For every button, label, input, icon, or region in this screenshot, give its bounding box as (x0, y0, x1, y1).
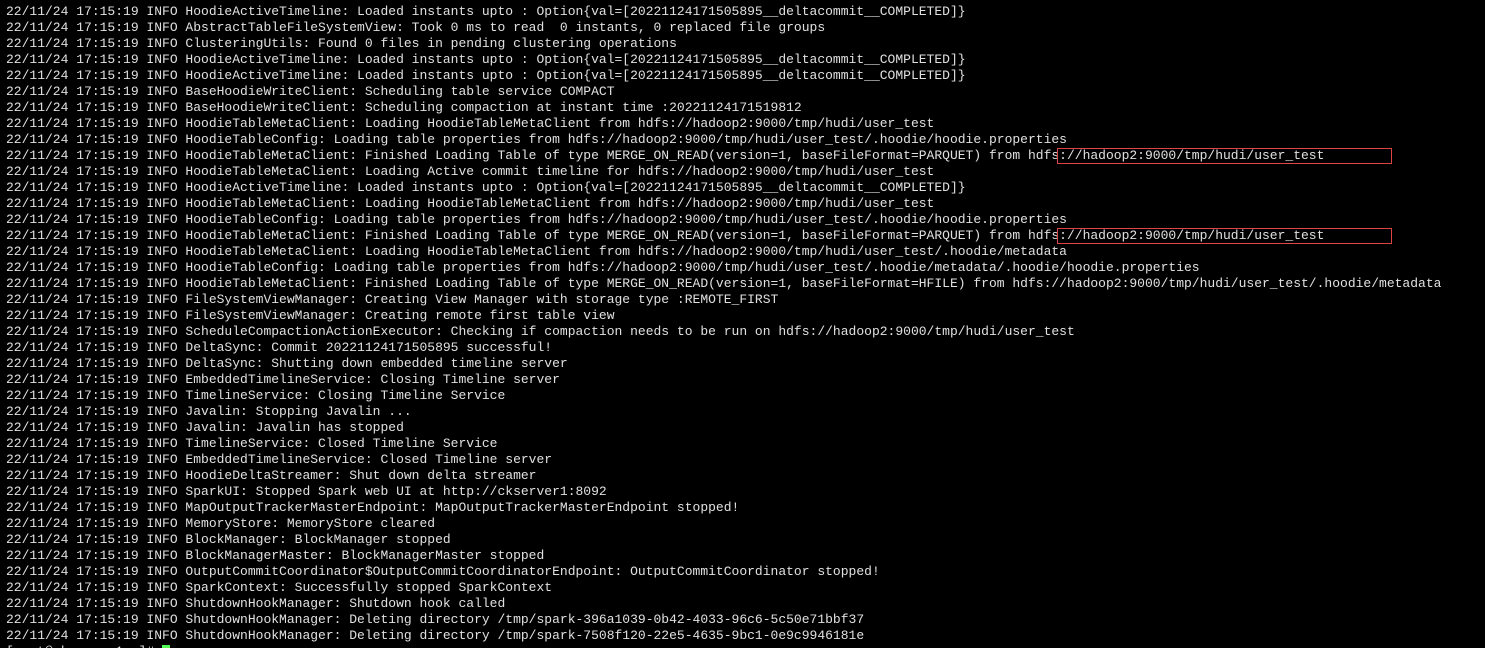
log-line: 22/11/24 17:15:19 INFO FileSystemViewMan… (6, 292, 1479, 308)
log-line: 22/11/24 17:15:19 INFO HoodieTableMetaCl… (6, 116, 1479, 132)
log-line: 22/11/24 17:15:19 INFO HoodieActiveTimel… (6, 52, 1479, 68)
highlight-box (1057, 228, 1392, 244)
log-line: 22/11/24 17:15:19 INFO Javalin: Stopping… (6, 404, 1479, 420)
log-line: 22/11/24 17:15:19 INFO HoodieTableMetaCl… (6, 244, 1479, 260)
log-line: 22/11/24 17:15:19 INFO ShutdownHookManag… (6, 596, 1479, 612)
log-line: 22/11/24 17:15:19 INFO HoodieTableMetaCl… (6, 276, 1479, 292)
log-line: 22/11/24 17:15:19 INFO HoodieTableMetaCl… (6, 148, 1479, 164)
log-line: 22/11/24 17:15:19 INFO BaseHoodieWriteCl… (6, 84, 1479, 100)
log-line: 22/11/24 17:15:19 INFO ScheduleCompactio… (6, 324, 1479, 340)
log-line: 22/11/24 17:15:19 INFO AbstractTableFile… (6, 20, 1479, 36)
log-line: 22/11/24 17:15:19 INFO EmbeddedTimelineS… (6, 372, 1479, 388)
log-line: 22/11/24 17:15:19 INFO HoodieTableMetaCl… (6, 196, 1479, 212)
log-line: 22/11/24 17:15:19 INFO HoodieTableConfig… (6, 132, 1479, 148)
log-line: 22/11/24 17:15:19 INFO HoodieDeltaStream… (6, 468, 1479, 484)
log-line: 22/11/24 17:15:19 INFO ClusteringUtils: … (6, 36, 1479, 52)
log-line: 22/11/24 17:15:19 INFO TimelineService: … (6, 388, 1479, 404)
prompt-line[interactable]: [root@ckserver1 ~]# (6, 644, 1479, 648)
log-line: 22/11/24 17:15:19 INFO TimelineService: … (6, 436, 1479, 452)
log-line: 22/11/24 17:15:19 INFO Javalin: Javalin … (6, 420, 1479, 436)
log-line: 22/11/24 17:15:19 INFO DeltaSync: Commit… (6, 340, 1479, 356)
highlight-box (1057, 148, 1392, 164)
log-line: 22/11/24 17:15:19 INFO BlockManager: Blo… (6, 532, 1479, 548)
log-line: 22/11/24 17:15:19 INFO BlockManagerMaste… (6, 548, 1479, 564)
log-line: 22/11/24 17:15:19 INFO SparkContext: Suc… (6, 580, 1479, 596)
log-line: 22/11/24 17:15:19 INFO HoodieTableMetaCl… (6, 164, 1479, 180)
log-line: 22/11/24 17:15:19 INFO HoodieActiveTimel… (6, 4, 1479, 20)
log-line: 22/11/24 17:15:19 INFO EmbeddedTimelineS… (6, 452, 1479, 468)
log-line: 22/11/24 17:15:19 INFO HoodieTableMetaCl… (6, 228, 1479, 244)
log-line: 22/11/24 17:15:19 INFO DeltaSync: Shutti… (6, 356, 1479, 372)
log-line: 22/11/24 17:15:19 INFO SparkUI: Stopped … (6, 484, 1479, 500)
log-line: 22/11/24 17:15:19 INFO HoodieTableConfig… (6, 212, 1479, 228)
log-line: 22/11/24 17:15:19 INFO HoodieActiveTimel… (6, 180, 1479, 196)
log-line: 22/11/24 17:15:19 INFO ShutdownHookManag… (6, 628, 1479, 644)
log-line: 22/11/24 17:15:19 INFO FileSystemViewMan… (6, 308, 1479, 324)
log-line: 22/11/24 17:15:19 INFO HoodieTableConfig… (6, 260, 1479, 276)
prompt-text: [root@ckserver1 ~]# (6, 644, 162, 648)
log-line: 22/11/24 17:15:19 INFO OutputCommitCoord… (6, 564, 1479, 580)
log-line: 22/11/24 17:15:19 INFO MemoryStore: Memo… (6, 516, 1479, 532)
log-line: 22/11/24 17:15:19 INFO MapOutputTrackerM… (6, 500, 1479, 516)
log-line: 22/11/24 17:15:19 INFO HoodieActiveTimel… (6, 68, 1479, 84)
log-line: 22/11/24 17:15:19 INFO ShutdownHookManag… (6, 612, 1479, 628)
terminal-output[interactable]: 22/11/24 17:15:19 INFO HoodieActiveTimel… (0, 0, 1485, 648)
log-line: 22/11/24 17:15:19 INFO BaseHoodieWriteCl… (6, 100, 1479, 116)
